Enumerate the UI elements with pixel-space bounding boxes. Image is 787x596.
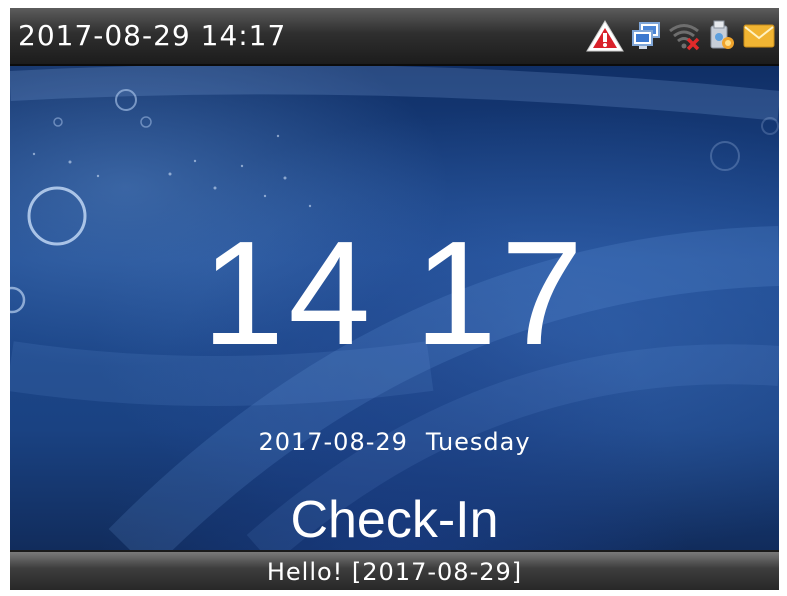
usb-device-icon[interactable] bbox=[707, 20, 737, 52]
clock-hour: 14 bbox=[201, 211, 375, 376]
message-text: Hello! [2017-08-29] bbox=[266, 558, 523, 586]
idle-screen: 14 17 2017-08-29 Tuesday Check-In bbox=[10, 66, 779, 550]
attendance-state[interactable]: Check-In bbox=[10, 490, 779, 550]
clock-minute: 17 bbox=[414, 211, 588, 376]
clock-display: 14 17 bbox=[10, 220, 779, 368]
alarm-warning-icon[interactable] bbox=[585, 19, 625, 53]
device-screen: 2017-08-29 14:17 14 17 2017-08-29 Tuesda… bbox=[10, 8, 779, 590]
status-icons bbox=[585, 18, 775, 54]
network-computer-icon[interactable] bbox=[631, 21, 661, 51]
message-envelope-icon[interactable] bbox=[743, 23, 775, 49]
wifi-disconnected-icon[interactable] bbox=[667, 21, 701, 51]
current-weekday: Tuesday bbox=[425, 428, 531, 456]
message-bar: Hello! [2017-08-29] bbox=[10, 550, 779, 590]
status-bar: 2017-08-29 14:17 bbox=[10, 8, 779, 66]
current-date: 2017-08-29 bbox=[258, 428, 408, 456]
date-line: 2017-08-29 Tuesday bbox=[10, 428, 779, 456]
status-datetime: 2017-08-29 14:17 bbox=[18, 19, 287, 52]
